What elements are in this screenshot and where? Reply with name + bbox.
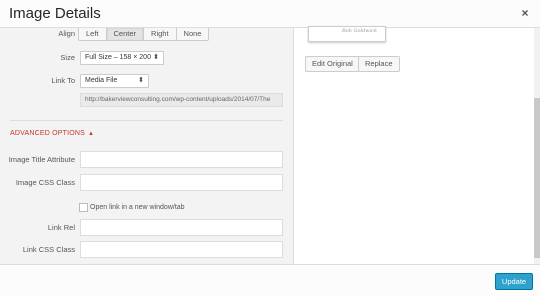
link-rel-input[interactable] bbox=[80, 219, 283, 236]
replace-button[interactable]: Replace bbox=[358, 56, 400, 72]
align-label: Align bbox=[58, 29, 75, 38]
link-url-field[interactable]: http://bakerviewconsulting.com/wp-conten… bbox=[80, 93, 283, 107]
image-title-attribute-input[interactable] bbox=[80, 151, 283, 168]
modal-title: Image Details bbox=[9, 5, 101, 22]
divider bbox=[10, 120, 283, 121]
scrollbar[interactable] bbox=[534, 28, 540, 264]
close-icon[interactable]: × bbox=[518, 5, 532, 21]
link-to-select[interactable]: Media File ⬍ bbox=[80, 74, 149, 88]
link-rel-label: Link Rel bbox=[47, 223, 75, 232]
align-none-button[interactable]: None bbox=[175, 28, 210, 41]
align-left-button[interactable]: Left bbox=[78, 28, 107, 41]
chevron-down-icon: ⬍ bbox=[153, 54, 159, 61]
scrollbar-thumb[interactable] bbox=[534, 98, 540, 258]
align-right-button[interactable]: Right bbox=[143, 28, 177, 41]
link-to-select-value: Media File bbox=[85, 77, 118, 84]
link-css-class-input[interactable] bbox=[80, 241, 283, 258]
image-preview: Bob Goldwick bbox=[308, 26, 386, 42]
modal-header: Image Details × bbox=[0, 0, 540, 28]
open-new-window-label: Open link in a new window/tab bbox=[90, 204, 185, 211]
advanced-options-toggle[interactable]: ADVANCED OPTIONS ▲ bbox=[10, 130, 94, 137]
size-select-value: Full Size – 158 × 200 bbox=[85, 54, 151, 61]
advanced-options-label: ADVANCED OPTIONS bbox=[10, 130, 86, 137]
align-center-button[interactable]: Center bbox=[105, 28, 145, 41]
size-select[interactable]: Full Size – 158 × 200 ⬍ bbox=[80, 51, 164, 65]
size-label: Size bbox=[60, 53, 75, 62]
link-to-label: Link To bbox=[51, 76, 75, 85]
caret-up-icon: ▲ bbox=[88, 131, 95, 137]
image-title-attribute-label: Image Title Attribute bbox=[8, 155, 75, 164]
settings-panel: Align Left Center Right None Size Full S… bbox=[0, 28, 293, 264]
image-css-class-label: Image CSS Class bbox=[15, 178, 75, 187]
update-button[interactable]: Update bbox=[495, 273, 533, 290]
chevron-down-icon: ⬍ bbox=[138, 77, 144, 84]
link-css-class-label: Link CSS Class bbox=[22, 245, 75, 254]
edit-original-button[interactable]: Edit Original bbox=[305, 56, 360, 72]
preview-panel: Bob Goldwick Edit Original Replace bbox=[293, 26, 540, 264]
modal-footer: Update bbox=[0, 264, 540, 296]
open-new-window-checkbox[interactable] bbox=[79, 203, 88, 212]
image-css-class-input[interactable] bbox=[80, 174, 283, 191]
align-button-group: Left Center Right None bbox=[78, 28, 210, 41]
signature-text: Bob Goldwick bbox=[342, 28, 377, 34]
